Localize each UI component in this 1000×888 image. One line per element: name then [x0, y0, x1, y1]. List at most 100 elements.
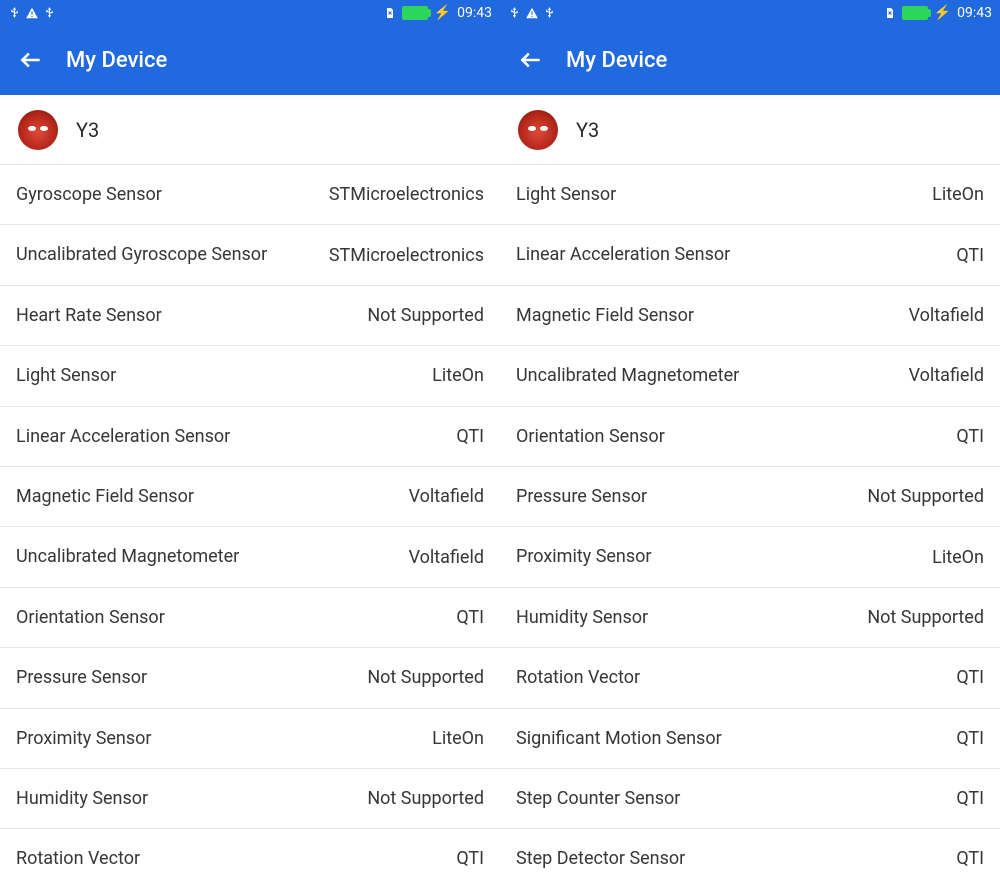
- sensor-value: Voltafield: [909, 305, 984, 326]
- battery-icon: [902, 6, 928, 20]
- sensor-label: Gyroscope Sensor: [16, 183, 162, 206]
- usb-icon: [8, 6, 21, 19]
- sensor-label: Light Sensor: [516, 183, 616, 206]
- sensor-value: QTI: [956, 667, 984, 688]
- device-header[interactable]: Y3: [500, 95, 1000, 165]
- sensor-row[interactable]: Humidity Sensor Not Supported: [500, 588, 1000, 648]
- page-title: My Device: [566, 48, 667, 73]
- sensor-value: Not Supported: [867, 486, 984, 507]
- sensor-value: QTI: [456, 426, 484, 447]
- sensor-value: LiteOn: [932, 184, 984, 205]
- sensor-label: Step Counter Sensor: [516, 787, 680, 810]
- sensor-label: Proximity Sensor: [516, 545, 652, 568]
- sensor-label: Humidity Sensor: [516, 606, 648, 629]
- usb-icon-2: [43, 6, 56, 19]
- sensor-list-right[interactable]: Light Sensor LiteOn Linear Acceleration Se…: [500, 165, 1000, 888]
- device-name: Y3: [576, 118, 599, 142]
- sensor-value: LiteOn: [432, 365, 484, 386]
- sensor-row[interactable]: Magnetic Field Sensor Voltafield: [0, 467, 500, 527]
- app-bar: My Device: [500, 25, 1000, 95]
- status-time: 09:43: [957, 5, 992, 21]
- usb-icon: [508, 6, 521, 19]
- sensor-value: LiteOn: [432, 728, 484, 749]
- sensor-label: Uncalibrated Magnetometer: [516, 364, 739, 387]
- sensor-value: QTI: [456, 607, 484, 628]
- sensor-label: Linear Acceleration Sensor: [516, 243, 730, 266]
- sensor-label: Pressure Sensor: [516, 485, 647, 508]
- device-header[interactable]: Y3: [0, 95, 500, 165]
- sensor-label: Orientation Sensor: [16, 606, 165, 629]
- sensor-label: Significant Motion Sensor: [516, 727, 722, 750]
- sensor-row[interactable]: Linear Acceleration Sensor QTI: [500, 225, 1000, 285]
- usb-icon-2: [543, 6, 556, 19]
- sensor-row[interactable]: Significant Motion Sensor QTI: [500, 709, 1000, 769]
- sensor-value: QTI: [956, 728, 984, 749]
- back-button[interactable]: [518, 47, 544, 73]
- sensor-row[interactable]: Proximity Sensor LiteOn: [0, 709, 500, 769]
- sensor-value: Not Supported: [867, 607, 984, 628]
- sensor-label: Step Detector Sensor: [516, 847, 685, 870]
- no-sim-icon: [384, 6, 396, 20]
- alert-icon: [525, 6, 539, 20]
- sensor-row[interactable]: Light Sensor LiteOn: [500, 165, 1000, 225]
- sensor-label: Rotation Vector: [16, 847, 140, 870]
- sensor-row[interactable]: Rotation Vector QTI: [0, 829, 500, 888]
- sensor-label: Uncalibrated Gyroscope Sensor: [16, 243, 267, 266]
- sensor-row[interactable]: Linear Acceleration Sensor QTI: [0, 407, 500, 467]
- sensor-value: STMicroelectronics: [329, 184, 484, 205]
- sensor-label: Linear Acceleration Sensor: [16, 425, 230, 448]
- sensor-row[interactable]: Proximity SensorLiteOn: [500, 527, 1000, 587]
- sensor-row[interactable]: Pressure Sensor Not Supported: [0, 648, 500, 708]
- sensor-label: Magnetic Field Sensor: [16, 485, 194, 508]
- sensor-row[interactable]: Heart Rate Sensor Not Supported: [0, 286, 500, 346]
- sensor-value: Voltafield: [909, 365, 984, 386]
- charging-icon: ⚡: [434, 5, 451, 21]
- sensor-row[interactable]: Step Detector SensorQTI: [500, 829, 1000, 888]
- no-sim-icon: [884, 6, 896, 20]
- sensor-label: Rotation Vector: [516, 666, 640, 689]
- sensor-value: Not Supported: [367, 788, 484, 809]
- sensor-label: Uncalibrated Magnetometer: [16, 545, 239, 568]
- sensor-label: Humidity Sensor: [16, 787, 148, 810]
- device-name: Y3: [76, 118, 99, 142]
- app-bar: My Device: [0, 25, 500, 95]
- sensor-label: Magnetic Field Sensor: [516, 304, 694, 327]
- sensor-row[interactable]: Uncalibrated Magnetometer Voltafield: [500, 346, 1000, 406]
- battery-icon: [402, 6, 428, 20]
- sensor-value: Voltafield: [409, 547, 484, 568]
- sensor-value: STMicroelectronics: [329, 245, 484, 266]
- sensor-value: QTI: [456, 848, 484, 869]
- app-logo-icon: [18, 110, 58, 150]
- sensor-row[interactable]: Uncalibrated Magnetometer Voltafield: [0, 527, 500, 587]
- sensor-value: Not Supported: [367, 305, 484, 326]
- sensor-label: Light Sensor: [16, 364, 116, 387]
- sensor-row[interactable]: Uncalibrated Gyroscope Sensor STMicroelec…: [0, 225, 500, 285]
- sensor-label: Pressure Sensor: [16, 666, 147, 689]
- back-button[interactable]: [18, 47, 44, 73]
- sensor-value: Voltafield: [409, 486, 484, 507]
- sensor-row[interactable]: Magnetic Field Sensor Voltafield: [500, 286, 1000, 346]
- status-bar: ⚡ 09:43: [500, 0, 1000, 25]
- right-pane: ⚡ 09:43 My Device Y3 Light SensorLiteOnL…: [500, 0, 1000, 888]
- sensor-label: Proximity Sensor: [16, 727, 152, 750]
- page-title: My Device: [66, 48, 167, 73]
- left-pane: ⚡ 09:43 My Device Y3 Gyroscope Sensor STM…: [0, 0, 500, 888]
- sensor-label: Heart Rate Sensor: [16, 304, 162, 327]
- sensor-row[interactable]: Step Counter Sensor QTI: [500, 769, 1000, 829]
- sensor-row[interactable]: Light Sensor LiteOn: [0, 346, 500, 406]
- sensor-label: Orientation Sensor: [516, 425, 665, 448]
- sensor-value: QTI: [956, 788, 984, 809]
- sensor-row[interactable]: Humidity Sensor Not Supported: [0, 769, 500, 829]
- sensor-value: QTI: [956, 245, 984, 266]
- status-bar: ⚡ 09:43: [0, 0, 500, 25]
- sensor-row[interactable]: Gyroscope Sensor STMicroelectronics: [0, 165, 500, 225]
- sensor-row[interactable]: Orientation SensorQTI: [500, 407, 1000, 467]
- app-logo-icon: [518, 110, 558, 150]
- sensor-row[interactable]: Rotation Vector QTI: [500, 648, 1000, 708]
- sensor-list-left[interactable]: Gyroscope SensorSTMicroelectronicsUncali…: [0, 165, 500, 888]
- sensor-value: Not Supported: [367, 667, 484, 688]
- sensor-row[interactable]: Pressure Sensor Not Supported: [500, 467, 1000, 527]
- alert-icon: [25, 6, 39, 20]
- sensor-row[interactable]: Orientation Sensor QTI: [0, 588, 500, 648]
- status-time: 09:43: [457, 5, 492, 21]
